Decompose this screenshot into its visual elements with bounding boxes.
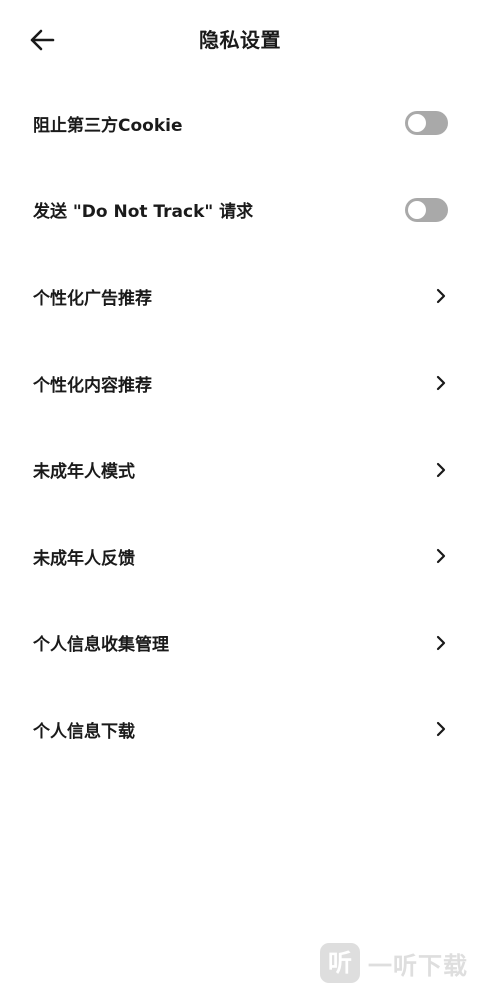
setting-label: 个性化内容推荐 [33,375,152,396]
header: 隐私设置 [0,0,480,80]
setting-personalized-ads[interactable]: 个性化广告推荐 [0,253,480,340]
chevron-right-icon [436,549,446,564]
watermark: 听 一听下载 [320,942,468,984]
setting-block-third-party-cookie[interactable]: 阻止第三方Cookie [0,80,480,167]
setting-label: 发送 "Do Not Track" 请求 [33,202,254,223]
chevron-right-icon [436,289,446,304]
setting-label: 个人信息收集管理 [33,635,169,656]
block-cookie-toggle[interactable] [405,111,448,136]
toggle-knob [408,200,426,219]
setting-minor-mode[interactable]: 未成年人模式 [0,426,480,513]
setting-minor-feedback[interactable]: 未成年人反馈 [0,513,480,600]
setting-label: 未成年人反馈 [33,548,135,569]
settings-list: 阻止第三方Cookie 发送 "Do Not Track" 请求 个性化广告推荐… [0,80,480,773]
setting-do-not-track[interactable]: 发送 "Do Not Track" 请求 [0,167,480,254]
setting-label: 个人信息下载 [33,721,135,742]
chevron-right-icon [436,375,446,391]
do-not-track-toggle[interactable] [405,197,448,222]
setting-label: 未成年人模式 [33,462,135,483]
watermark-text: 一听下载 [368,951,468,980]
toggle-knob [408,114,426,133]
setting-personal-info-download[interactable]: 个人信息下载 [0,686,480,773]
chevron-right-icon [436,722,446,737]
page-title: 隐私设置 [199,28,281,52]
chevron-right-icon [436,635,446,650]
watermark-logo: 听 [320,943,360,983]
setting-personal-info-collection[interactable]: 个人信息收集管理 [0,600,480,687]
chevron-right-icon [436,462,446,477]
setting-label: 个性化广告推荐 [33,288,152,309]
setting-label: 阻止第三方Cookie [33,115,183,136]
setting-personalized-content[interactable]: 个性化内容推荐 [0,340,480,427]
